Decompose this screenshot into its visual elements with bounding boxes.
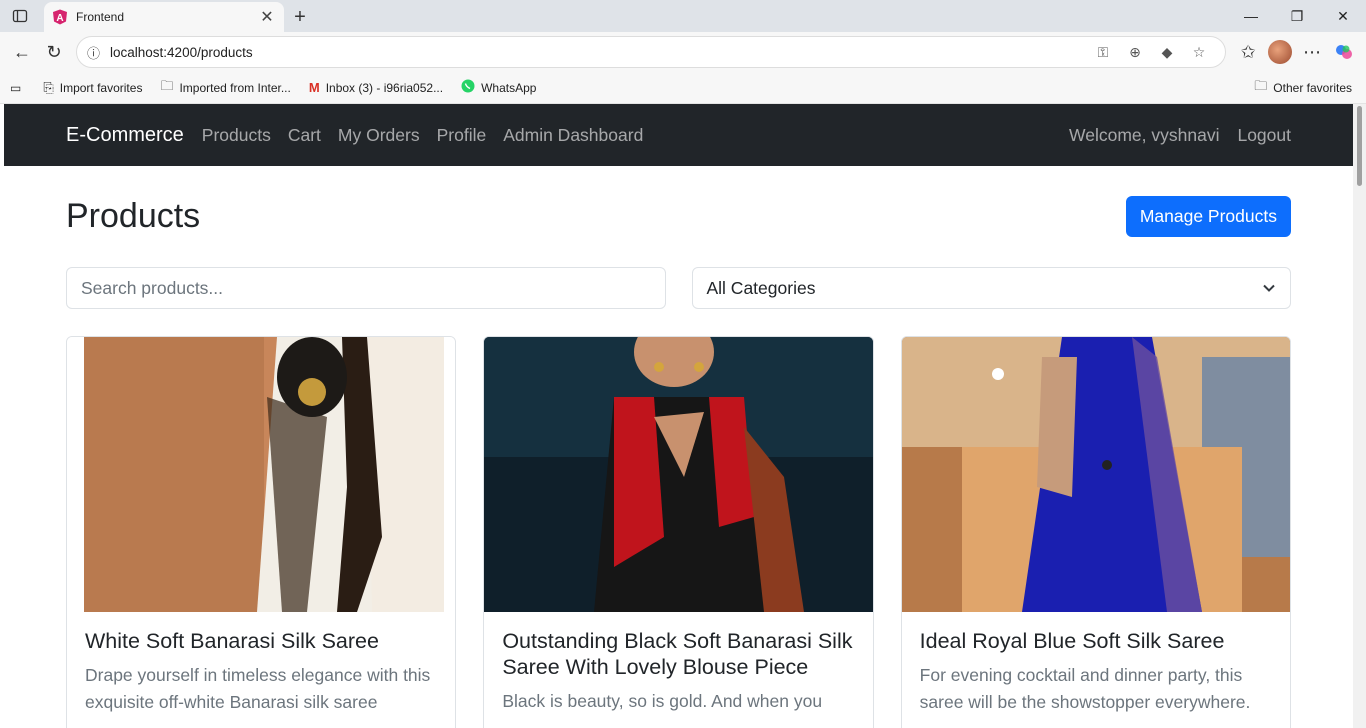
- nav-cart[interactable]: Cart: [288, 125, 321, 146]
- product-description: For evening cocktail and dinner party, t…: [919, 665, 1251, 712]
- key-icon[interactable]: ⚿: [1087, 44, 1119, 61]
- bookmark-label: WhatsApp: [481, 80, 537, 95]
- browser-tabbar: A Frontend ✕ + — ❐ ✕: [0, 0, 1366, 32]
- browser-toolbar: ← ↻ ⓘ localhost:4200/products ⚿ ⊕ ◆ ☆ ✩ …: [0, 32, 1366, 72]
- tab-close-icon[interactable]: ✕: [258, 7, 276, 27]
- folder-icon: 🗀: [160, 77, 174, 93]
- search-input[interactable]: Search products...: [66, 267, 666, 309]
- nav-products[interactable]: Products: [202, 125, 271, 146]
- window-close-icon[interactable]: ✕: [1320, 0, 1366, 32]
- product-title[interactable]: Outstanding Black Soft Banarasi Silk Sar…: [502, 628, 854, 680]
- bookmark-inbox[interactable]: M Inbox (3) - i96ria052...: [309, 80, 443, 95]
- product-title[interactable]: White Soft Banarasi Silk Saree: [85, 628, 437, 654]
- main-container: Products Manage Products Search products…: [4, 196, 1353, 728]
- bookmark-label: Imported from Inter...: [179, 80, 291, 95]
- zoom-icon[interactable]: ⊕: [1119, 44, 1151, 61]
- bookmark-imported-folder[interactable]: 🗀 Imported from Inter...: [160, 77, 290, 99]
- copilot-icon[interactable]: [1328, 36, 1360, 68]
- browser-tab[interactable]: A Frontend ✕: [44, 2, 284, 32]
- product-image[interactable]: [901, 337, 1290, 612]
- product-card[interactable]: Outstanding Black Soft Banarasi Silk Sar…: [483, 336, 874, 728]
- angular-logo-icon: A: [53, 9, 67, 25]
- favorites-icon[interactable]: ✩: [1232, 36, 1264, 68]
- more-icon[interactable]: ⋯: [1296, 36, 1328, 68]
- product-card[interactable]: White Soft Banarasi Silk Saree Drape you…: [66, 336, 457, 728]
- back-icon[interactable]: ←: [6, 36, 38, 68]
- svg-text:A: A: [56, 13, 63, 24]
- collections-icon[interactable]: ▭: [10, 81, 21, 95]
- avatar: [1268, 40, 1292, 64]
- bookmarks-bar: ▭ ⎘ Import favorites 🗀 Imported from Int…: [0, 72, 1366, 104]
- whatsapp-icon: [461, 79, 475, 96]
- manage-products-button[interactable]: Manage Products: [1125, 196, 1291, 237]
- tab-title: Frontend: [76, 10, 125, 24]
- refresh-icon[interactable]: ↻: [38, 36, 70, 68]
- page-scrollbar[interactable]: [1353, 104, 1366, 728]
- bookmark-whatsapp[interactable]: WhatsApp: [461, 79, 536, 96]
- web-page: E-Commerce Products Cart My Orders Profi…: [4, 104, 1353, 728]
- logout-link[interactable]: Logout: [1237, 125, 1291, 146]
- site-info-icon[interactable]: ⓘ: [87, 43, 100, 62]
- scrollbar-thumb[interactable]: [1357, 106, 1362, 186]
- product-description: Drape yourself in timeless elegance with…: [85, 665, 431, 712]
- product-image[interactable]: [67, 337, 456, 612]
- bookmark-label: Import favorites: [59, 80, 143, 95]
- product-description: Black is beauty, so is gold. And when yo…: [502, 691, 823, 711]
- nav-profile[interactable]: Profile: [437, 125, 487, 146]
- nav-my-orders[interactable]: My Orders: [338, 125, 420, 146]
- chevron-down-icon: [1263, 284, 1275, 292]
- product-title[interactable]: Ideal Royal Blue Soft Silk Saree: [920, 628, 1272, 654]
- url-text: localhost:4200/products: [110, 44, 253, 60]
- brand-link[interactable]: E-Commerce: [66, 124, 184, 147]
- star-icon[interactable]: ☆: [1183, 44, 1215, 61]
- other-favorites-label: Other favorites: [1273, 80, 1352, 95]
- page-title: Products: [66, 197, 201, 235]
- bookmark-label: Inbox (3) - i96ria052...: [325, 80, 444, 95]
- address-bar[interactable]: ⓘ localhost:4200/products ⚿ ⊕ ◆ ☆: [76, 36, 1226, 68]
- category-select[interactable]: All Categories: [691, 267, 1291, 309]
- restore-icon[interactable]: ❐: [1274, 0, 1320, 32]
- profile-avatar[interactable]: [1264, 36, 1296, 68]
- other-favorites[interactable]: 🗀 Other favorites: [1254, 77, 1352, 99]
- gmail-icon: M: [308, 80, 320, 95]
- app-navbar: E-Commerce Products Cart My Orders Profi…: [4, 104, 1353, 166]
- product-grid: White Soft Banarasi Silk Saree Drape you…: [66, 336, 1291, 728]
- new-tab-icon[interactable]: +: [284, 2, 316, 32]
- nav-admin-dashboard[interactable]: Admin Dashboard: [503, 125, 643, 146]
- bookmark-import-favorites[interactable]: ⎘ Import favorites: [43, 80, 142, 96]
- tab-actions-icon[interactable]: [0, 0, 40, 32]
- import-icon: ⎘: [43, 79, 54, 95]
- folder-icon: 🗀: [1254, 77, 1268, 93]
- product-image[interactable]: [484, 337, 873, 612]
- welcome-text: Welcome, vyshnavi: [1069, 124, 1220, 145]
- minimize-icon[interactable]: —: [1228, 0, 1274, 32]
- product-card[interactable]: Ideal Royal Blue Soft Silk Saree For eve…: [900, 336, 1291, 728]
- category-selected-value: All Categories: [706, 277, 816, 298]
- tag-icon[interactable]: ◆: [1151, 44, 1183, 61]
